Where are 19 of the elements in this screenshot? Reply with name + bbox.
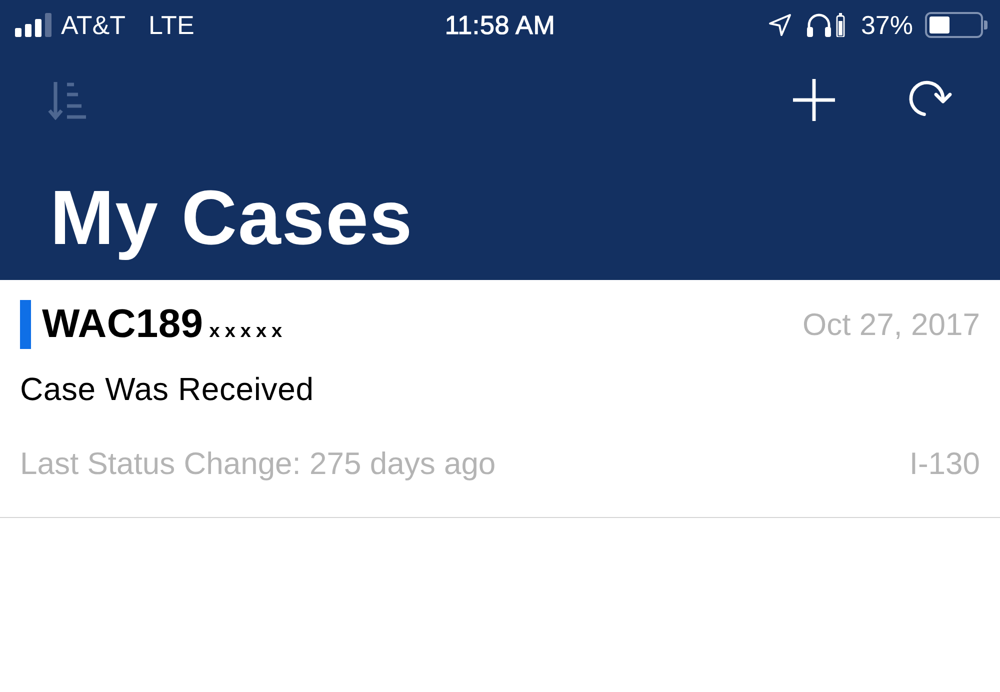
network-type: LTE <box>148 10 194 40</box>
add-button[interactable] <box>793 79 835 121</box>
redacted-text: xxxxx <box>209 321 288 343</box>
clock-time: 11:58 AM <box>444 10 556 40</box>
form-type: I-130 <box>909 446 980 482</box>
signal-icon <box>15 13 52 37</box>
case-status: Case Was Received <box>20 371 315 407</box>
case-number: WAC189 <box>42 302 204 347</box>
location-arrow-icon <box>768 13 792 37</box>
battery-percentage: 37% <box>860 10 913 40</box>
plus-icon <box>793 79 835 121</box>
carrier-name: AT&T <box>61 10 126 40</box>
battery-icon <box>925 12 988 38</box>
vertical-battery-icon <box>836 13 845 37</box>
page-title: My Cases <box>50 174 414 263</box>
case-date: Oct 27, 2017 <box>802 306 980 342</box>
headphones-icon <box>806 13 832 37</box>
sort-icon <box>48 80 88 120</box>
last-status-change: Last Status Change: 275 days ago <box>20 446 496 482</box>
